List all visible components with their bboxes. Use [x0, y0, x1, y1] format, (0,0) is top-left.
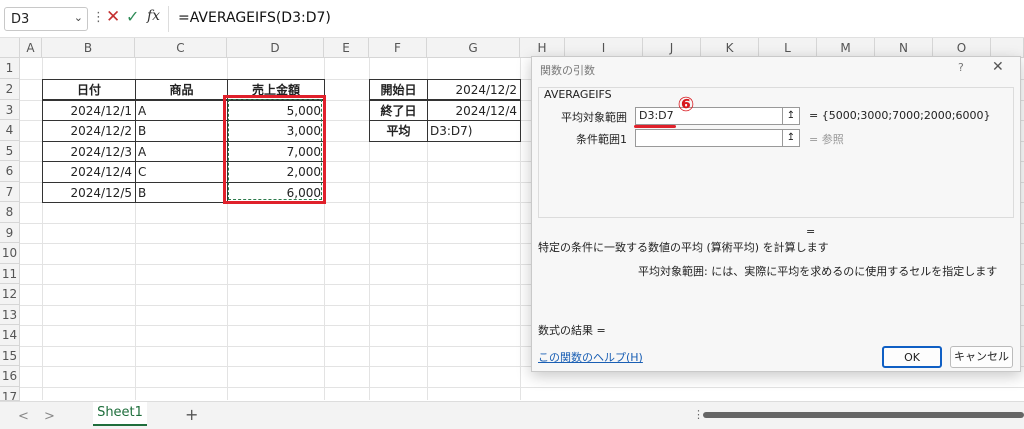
row-header-12[interactable]: 12 — [0, 284, 20, 305]
row-header-15[interactable]: 15 — [0, 346, 20, 366]
tab-sheet1[interactable]: Sheet1 — [93, 402, 147, 426]
dialog-title: 関数の引数 — [540, 64, 595, 77]
cancel-icon[interactable]: ✕ — [106, 7, 120, 27]
header-date[interactable]: 日付 — [42, 79, 136, 100]
divider — [168, 6, 169, 32]
function-arguments-dialog: 関数の引数 ? ✕ AVERAGEIFS 平均対象範囲 D3:D7 ↥ = {5… — [531, 56, 1021, 372]
select-all-corner[interactable] — [0, 38, 20, 58]
col-header-k[interactable]: K — [701, 38, 759, 58]
value-end-date[interactable]: 2024/12/4 — [427, 100, 521, 121]
arg2-label: 条件範囲1 — [576, 133, 627, 146]
cell-date[interactable]: 2024/12/5 — [42, 182, 136, 203]
cancel-button[interactable]: キャンセル — [950, 346, 1013, 368]
more-icon[interactable]: ⋮ — [92, 10, 105, 25]
cell-product[interactable]: B — [135, 120, 228, 142]
header-product[interactable]: 商品 — [135, 79, 228, 100]
formula-result-label: 数式の結果 = — [538, 324, 606, 337]
arguments-group: AVERAGEIFS 平均対象範囲 D3:D7 ↥ = {5000;3000;7… — [538, 87, 1014, 218]
arg2-input[interactable] — [635, 129, 783, 147]
value-average[interactable]: D3:D7) — [427, 120, 521, 142]
col-header-o[interactable]: O — [933, 38, 991, 58]
gridline — [20, 387, 1024, 388]
help-icon[interactable]: ? — [958, 61, 964, 74]
cell-product[interactable]: A — [135, 100, 228, 121]
col-header-h[interactable]: H — [520, 38, 565, 58]
arg1-label: 平均対象範囲 — [561, 111, 627, 124]
sheet-tab-bar: < > Sheet1 + ⋮ — [0, 401, 1024, 429]
cell-date[interactable]: 2024/12/2 — [42, 120, 136, 142]
chevron-down-icon[interactable]: ⌄ — [74, 11, 83, 24]
col-header-f[interactable]: F — [369, 38, 427, 58]
help-link[interactable]: この関数のヘルプ(H) — [538, 349, 643, 365]
row-header-1[interactable]: 1 — [0, 58, 20, 79]
argument-description: 平均対象範囲: には、実際に平均を求めるのに使用するセルを指定します — [638, 265, 998, 278]
row-header-11[interactable]: 11 — [0, 264, 20, 284]
row-header-14[interactable]: 14 — [0, 325, 20, 346]
cell-product[interactable]: C — [135, 161, 228, 183]
function-description: 特定の条件に一致する数値の平均 (算術平均) を計算します — [538, 241, 829, 254]
col-header-m[interactable]: M — [817, 38, 875, 58]
overall-result-equals: = — [806, 225, 816, 238]
row-header-17[interactable]: 17 — [0, 387, 20, 401]
function-name: AVERAGEIFS — [544, 88, 612, 101]
close-icon[interactable]: ✕ — [992, 59, 1004, 75]
cell-product[interactable]: B — [135, 182, 228, 203]
name-box-value: D3 — [11, 12, 30, 27]
name-box[interactable]: D3 ⌄ — [4, 7, 88, 31]
step-number-badge: ⑥ — [677, 92, 695, 116]
row-header-16[interactable]: 16 — [0, 366, 20, 387]
col-header-d[interactable]: D — [227, 38, 324, 58]
row-header-6[interactable]: 6 — [0, 161, 20, 182]
arg1-result: = {5000;3000;7000;2000;6000} — [809, 109, 991, 122]
cell-product[interactable]: A — [135, 141, 228, 162]
enter-icon[interactable]: ✓ — [126, 7, 139, 26]
col-header-p[interactable] — [991, 38, 1024, 58]
underline-annotation — [634, 125, 676, 128]
row-header-13[interactable]: 13 — [0, 305, 20, 325]
row-header-3[interactable]: 3 — [0, 100, 20, 120]
next-sheet-icon[interactable]: > — [44, 409, 55, 424]
prev-sheet-icon[interactable]: < — [18, 409, 29, 424]
col-header-l[interactable]: L — [759, 38, 817, 58]
collapse-icon[interactable]: ↥ — [782, 107, 800, 125]
arg1-input[interactable]: D3:D7 — [635, 107, 783, 125]
col-header-c[interactable]: C — [135, 38, 227, 58]
cell-date[interactable]: 2024/12/3 — [42, 141, 136, 162]
col-header-n[interactable]: N — [875, 38, 933, 58]
row-header-10[interactable]: 10 — [0, 243, 20, 264]
col-header-g[interactable]: G — [427, 38, 520, 58]
row-header-5[interactable]: 5 — [0, 141, 20, 161]
row-header-4[interactable]: 4 — [0, 120, 20, 141]
col-header-j[interactable]: J — [643, 38, 701, 58]
formula-input[interactable]: =AVERAGEIFS(D3:D7) — [178, 10, 331, 26]
label-start-date[interactable]: 開始日 — [369, 79, 428, 100]
cell-date[interactable]: 2024/12/4 — [42, 161, 136, 183]
insert-function-icon[interactable]: fx — [147, 8, 160, 24]
formula-bar: D3 ⌄ ⋮ ✕ ✓ fx =AVERAGEIFS(D3:D7) — [0, 0, 1024, 38]
row-header-9[interactable]: 9 — [0, 223, 20, 243]
label-end-date[interactable]: 終了日 — [369, 100, 428, 121]
cell-date[interactable]: 2024/12/1 — [42, 100, 136, 121]
row-header-7[interactable]: 7 — [0, 182, 20, 202]
col-header-i[interactable]: I — [565, 38, 643, 58]
value-start-date[interactable]: 2024/12/2 — [427, 79, 521, 100]
col-header-b[interactable]: B — [42, 38, 135, 58]
ok-button[interactable]: OK — [882, 346, 942, 368]
add-sheet-icon[interactable]: + — [185, 405, 198, 424]
highlight-box — [223, 95, 326, 204]
arg2-result: = 参照 — [809, 133, 844, 146]
row-header-2[interactable]: 2 — [0, 79, 20, 100]
horizontal-scrollbar[interactable] — [703, 412, 1024, 418]
col-header-a[interactable]: A — [20, 38, 42, 58]
label-average[interactable]: 平均 — [369, 120, 428, 142]
row-header-8[interactable]: 8 — [0, 202, 20, 223]
collapse-icon[interactable]: ↥ — [782, 129, 800, 147]
col-header-e[interactable]: E — [324, 38, 369, 58]
